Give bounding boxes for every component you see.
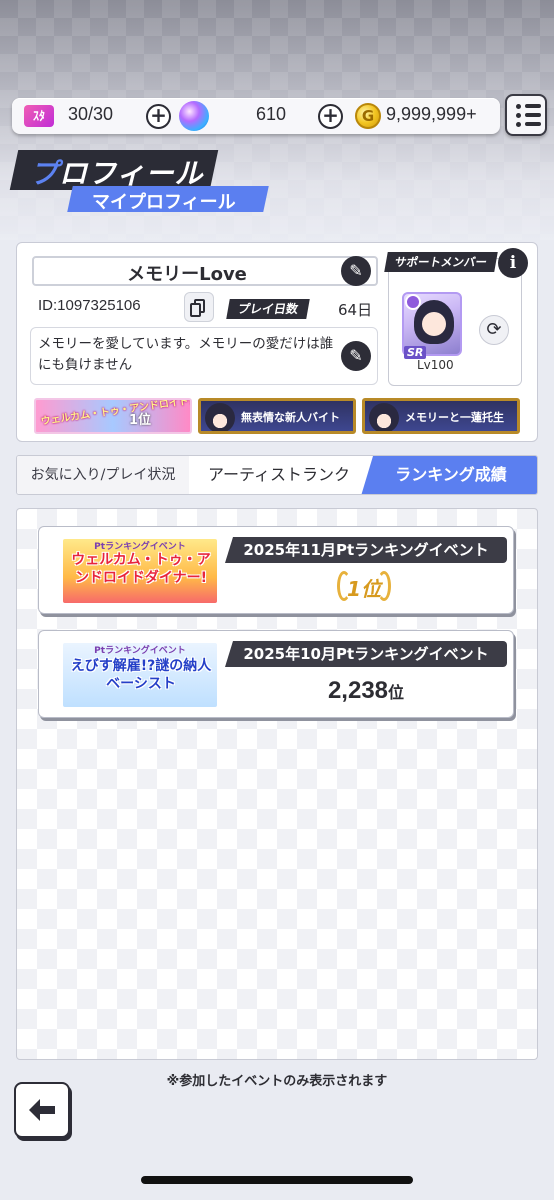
pencil-icon: ✎ <box>349 346 363 365</box>
home-indicator[interactable] <box>141 1176 413 1184</box>
tab-artist-rank[interactable]: アーティストランク <box>189 456 369 494</box>
title-badge[interactable]: 無表情な新人バイト <box>198 398 356 434</box>
title-badge-text: メモリーと一蓮托生 <box>405 411 504 424</box>
tab-ranking-results[interactable]: ランキング成績 <box>361 456 537 494</box>
event-logo: Ptランキングイベント えびす解雇!?謎の納人ベーシスト <box>61 641 219 709</box>
title-badge[interactable]: ウェルカム・トゥ・アンドロイドダイナー! 1位 <box>34 398 192 434</box>
tab-favorites-play-status[interactable]: お気に入り/プレイ状況 <box>17 456 189 494</box>
support-member-label: サポートメンバー <box>384 252 498 272</box>
participation-note: ※参加したイベントのみ表示されます <box>166 1074 388 1089</box>
info-button[interactable]: i <box>498 248 528 278</box>
copy-id-button[interactable] <box>184 292 214 322</box>
back-arrow-icon <box>29 1099 55 1121</box>
event-ranking-card: Ptランキングイベント えびす解雇!?謎の納人ベーシスト 2025年10月Ptラ… <box>38 630 514 718</box>
first-place-medal-icon: 1位 <box>333 567 395 607</box>
title-badge-rank: 1位 <box>129 413 152 428</box>
edit-comment-button[interactable]: ✎ <box>341 341 371 371</box>
profile-tabs: お気に入り/プレイ状況 アーティストランク ランキング成績 <box>16 455 538 495</box>
title-badge-text: 無表情な新人バイト <box>241 411 340 424</box>
page-subtitle: マイプロフィール <box>92 192 236 213</box>
refresh-icon: ⟳ <box>486 319 502 340</box>
info-icon: i <box>509 253 517 273</box>
event-rank: 2,238位 <box>327 677 405 704</box>
coin-icon: G <box>355 103 381 129</box>
menu-icon <box>516 104 521 109</box>
event-ranking-card: Ptランキングイベント ウェルカム・トゥ・アンドロイドダイナー! 2025年11… <box>38 526 514 614</box>
resource-bar: ｽﾀ 30/30 + 610 + G 9,999,999+ <box>12 98 500 134</box>
edit-name-button[interactable]: ✎ <box>341 256 371 286</box>
character-portrait <box>369 403 399 431</box>
event-name: 2025年10月Ptランキングイベント <box>225 641 507 667</box>
stamina-ticket-icon: ｽﾀ <box>24 105 54 127</box>
gem-icon <box>179 101 209 131</box>
back-button[interactable] <box>14 1082 70 1138</box>
support-level: Lv100 <box>417 358 454 372</box>
play-days-value: 64日 <box>338 301 373 319</box>
change-support-button[interactable]: ⟳ <box>479 315 509 345</box>
menu-button[interactable] <box>505 94 547 136</box>
event-rank: 1位 <box>347 577 381 601</box>
player-name: メモリーLove <box>127 264 247 285</box>
stamina-value: 30/30 <box>68 104 114 124</box>
play-days-label: プレイ日数 <box>226 299 310 319</box>
add-stamina-button[interactable]: + <box>146 104 171 129</box>
player-id: ID:1097325106 <box>38 297 141 314</box>
event-name: 2025年11月Ptランキングイベント <box>225 537 507 563</box>
event-logo: Ptランキングイベント ウェルカム・トゥ・アンドロイドダイナー! <box>61 537 219 605</box>
profile-comment: メモリーを愛しています。メモリーの愛だけは誰にも負けません <box>38 336 334 373</box>
attribute-icon <box>405 294 421 310</box>
character-portrait <box>205 403 235 431</box>
gem-value: 610 <box>256 104 287 124</box>
pencil-icon: ✎ <box>349 261 363 280</box>
coin-value: 9,999,999+ <box>386 104 477 124</box>
add-gem-button[interactable]: + <box>318 104 343 129</box>
title-badge-text: ウェルカム・トゥ・アンドロイドダイナー! <box>40 398 192 428</box>
title-badge[interactable]: メモリーと一蓮托生 <box>362 398 520 434</box>
